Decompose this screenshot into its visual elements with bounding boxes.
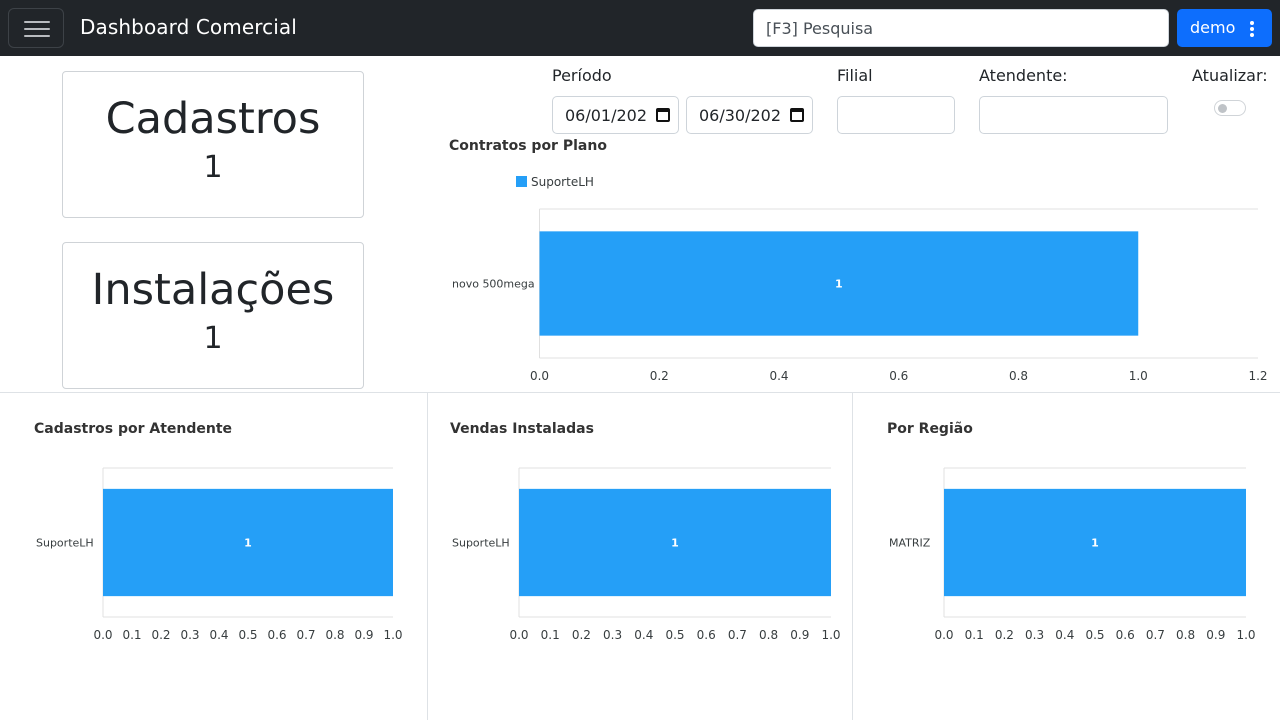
x-tick-label: 0.3 [1025, 628, 1044, 642]
calendar-icon[interactable] [790, 108, 804, 122]
search-input[interactable] [753, 9, 1169, 47]
x-tick-label: 0.7 [1146, 628, 1165, 642]
x-tick-label: 0.8 [1009, 369, 1028, 383]
chart-title-regiao: Por Região [887, 421, 973, 437]
toggle-knob [1218, 104, 1227, 113]
calendar-icon[interactable] [656, 108, 670, 122]
x-tick-label: 0.5 [238, 628, 257, 642]
app-title: Dashboard Comercial [80, 15, 297, 39]
x-tick-label: 1.0 [1129, 369, 1148, 383]
chart-contratos: SuporteLH 1 novo 500mega 0.0 0.2 0.4 0.6 0.8 1.… [452, 175, 1268, 383]
data-label: 1 [671, 537, 679, 550]
menu-icon [24, 21, 50, 23]
chart-regiao: 1 MATRIZ 0.0 0.1 0.2 0.3 0.4 0.5 0.6 0.7 0.8 0.9 1.0 [889, 467, 1256, 642]
x-tick-label: 0.3 [603, 628, 622, 642]
chart-title-vendas: Vendas Instaladas [450, 421, 594, 437]
x-tick-label: 0.1 [122, 628, 141, 642]
x-tick-label: 0.7 [728, 628, 747, 642]
x-tick-label: 1.2 [1248, 369, 1267, 383]
x-tick-label: 0.5 [1085, 628, 1104, 642]
x-tick-label: 0.2 [572, 628, 591, 642]
refresh-toggle[interactable] [1214, 100, 1246, 116]
x-tick-label: 0.8 [1176, 628, 1195, 642]
user-menu-button[interactable]: demo [1177, 9, 1272, 47]
data-label: 1 [244, 537, 252, 550]
x-tick-label: 0.7 [296, 628, 315, 642]
user-name: demo [1190, 18, 1236, 37]
x-tick-label: 0.2 [650, 369, 669, 383]
more-vertical-icon [1250, 21, 1254, 37]
x-tick-label: 0.9 [1206, 628, 1225, 642]
x-tick-label: 0.6 [889, 369, 908, 383]
x-tick-label: 0.0 [509, 628, 528, 642]
x-tick-label: 0.0 [93, 628, 112, 642]
plot-area: 1 SuporteLH 0.0 0.1 0.2 0.3 0.4 0.5 0.6 0.7 0.8 0.9… [36, 467, 403, 642]
chart-title-contratos: Contratos por Plano [449, 138, 607, 154]
x-tick-label: 0.3 [180, 628, 199, 642]
plot-area: 1 SuporteLH 0.0 0.1 0.2 0.3 0.4 0.5 0.6 0.7 0.8 0.9… [452, 467, 841, 642]
x-tick-label: 0.6 [1116, 628, 1135, 642]
x-tick-label: 1.0 [1236, 628, 1255, 642]
x-tick-label: 1.0 [821, 628, 840, 642]
category-label: SuporteLH [452, 537, 510, 550]
x-tick-label: 0.4 [769, 369, 788, 383]
date-from-value: 06/01/202 [565, 105, 648, 125]
data-label: 1 [835, 278, 843, 291]
x-tick-label: 0.8 [759, 628, 778, 642]
x-tick-label: 0.2 [151, 628, 170, 642]
top-navbar: Dashboard Comercial demo [0, 0, 1280, 56]
card-value: 1 [203, 150, 223, 185]
x-tick-label: 0.4 [1055, 628, 1074, 642]
refresh-label: Atualizar: [1192, 66, 1268, 85]
date-to-value: 06/30/202 [699, 105, 782, 125]
x-tick-label: 0.6 [697, 628, 716, 642]
atendente-select[interactable] [979, 96, 1168, 134]
x-tick-label: 0.1 [541, 628, 560, 642]
x-tick-label: 0.1 [965, 628, 984, 642]
plot-area: 1 novo 500mega 0.0 0.2 0.4 0.6 0.8 1.0 1.2 [452, 208, 1268, 383]
card-title: Instalações [91, 265, 335, 315]
date-from-input[interactable]: 06/01/202 [552, 96, 679, 134]
section-divider [0, 392, 1280, 393]
x-tick-label: 0.5 [665, 628, 684, 642]
x-tick-label: 0.8 [325, 628, 344, 642]
menu-button[interactable] [8, 8, 64, 48]
x-tick-label: 0.0 [934, 628, 953, 642]
x-tick-label: 0.6 [267, 628, 286, 642]
category-label: MATRIZ [889, 537, 931, 550]
x-tick-label: 0.2 [995, 628, 1014, 642]
category-label: novo 500mega [452, 278, 535, 291]
card-value: 1 [203, 321, 223, 356]
chart-title-atendente: Cadastros por Atendente [34, 421, 233, 437]
filial-label: Filial [837, 66, 873, 85]
legend-label[interactable]: SuporteLH [531, 175, 594, 189]
data-label: 1 [1091, 537, 1099, 550]
x-tick-label: 0.9 [354, 628, 373, 642]
date-to-input[interactable]: 06/30/202 [686, 96, 813, 134]
period-label: Período [552, 66, 612, 85]
card-cadastros: Cadastros 1 [62, 71, 364, 218]
plot-area: 1 MATRIZ 0.0 0.1 0.2 0.3 0.4 0.5 0.6 0.7 0.8 0.9 1.0 [889, 467, 1256, 642]
filial-select[interactable] [837, 96, 955, 134]
x-tick-label: 0.0 [530, 369, 549, 383]
legend-swatch[interactable] [516, 176, 527, 187]
x-tick-label: 0.4 [209, 628, 228, 642]
x-tick-label: 1.0 [383, 628, 402, 642]
x-tick-label: 0.4 [634, 628, 653, 642]
x-tick-label: 0.9 [790, 628, 809, 642]
card-title: Cadastros [105, 94, 321, 144]
card-instalacoes: Instalações 1 [62, 242, 364, 389]
atendente-label: Atendente: [979, 66, 1068, 85]
chart-atendente: 1 SuporteLH 0.0 0.1 0.2 0.3 0.4 0.5 0.6 0.7 0.8 0.9… [36, 467, 403, 642]
chart-vendas: 1 SuporteLH 0.0 0.1 0.2 0.3 0.4 0.5 0.6 0.7 0.8 0.9… [452, 467, 841, 642]
category-label: SuporteLH [36, 537, 94, 550]
